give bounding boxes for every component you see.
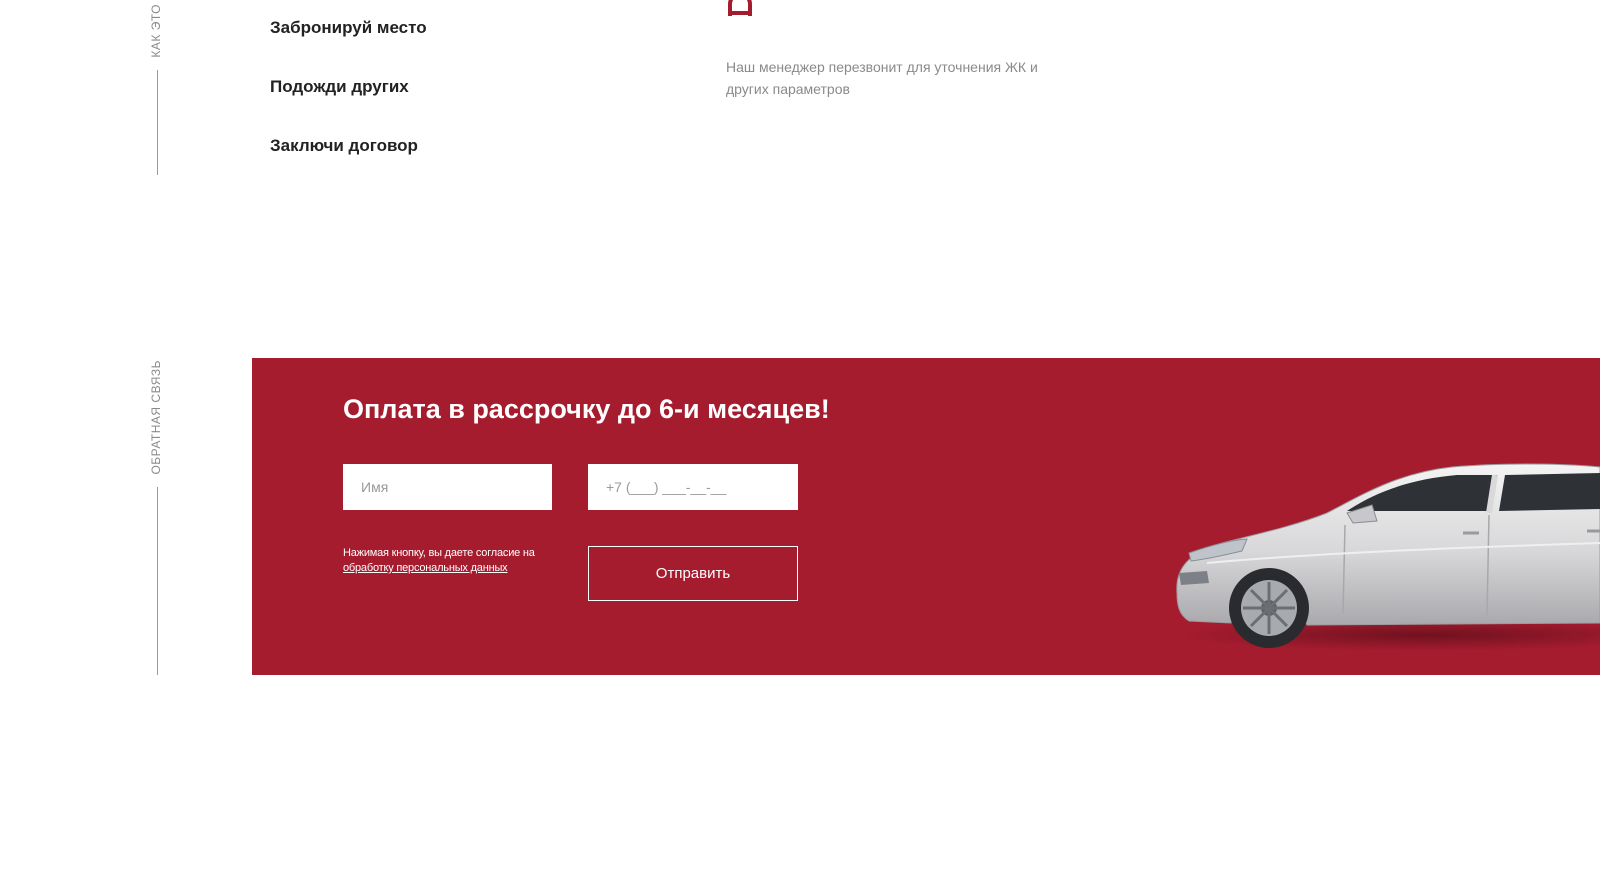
car-image [1167, 443, 1600, 668]
section-divider-line [157, 70, 158, 175]
promo-title: Оплата в рассрочку до 6-и месяцев! [343, 394, 830, 424]
section-label-feedback: ОБРАТНАЯ СВЯЗЬ [149, 360, 163, 475]
page: КАК ЭТО Забронируй место Подожди других … [0, 0, 1600, 872]
steps-list: Забронируй место Подожди других Заключи … [270, 16, 427, 193]
step-wait-others[interactable]: Подожди других [270, 75, 427, 134]
consent-note: Нажимая кнопку, вы даете согласие на обр… [343, 546, 543, 576]
phone-input[interactable] [588, 464, 798, 510]
step-book-place[interactable]: Забронируй место [270, 16, 427, 75]
step-description: Наш менеджер перезвонит для уточнения ЖК… [726, 59, 1038, 97]
promo-banner: Оплата в рассрочку до 6-и месяцев! Нажим… [252, 358, 1600, 675]
consent-text: Нажимая кнопку, вы даете согласие на [343, 547, 535, 559]
step-sign-contract[interactable]: Заключи договор [270, 134, 427, 193]
step-icon [726, 0, 754, 16]
section-label-how-it-works: КАК ЭТО [149, 4, 163, 58]
privacy-policy-link[interactable]: обработку персональных данных [343, 562, 508, 574]
submit-button[interactable]: Отправить [588, 546, 798, 601]
name-input[interactable] [343, 464, 552, 510]
section-divider-line [157, 487, 158, 675]
